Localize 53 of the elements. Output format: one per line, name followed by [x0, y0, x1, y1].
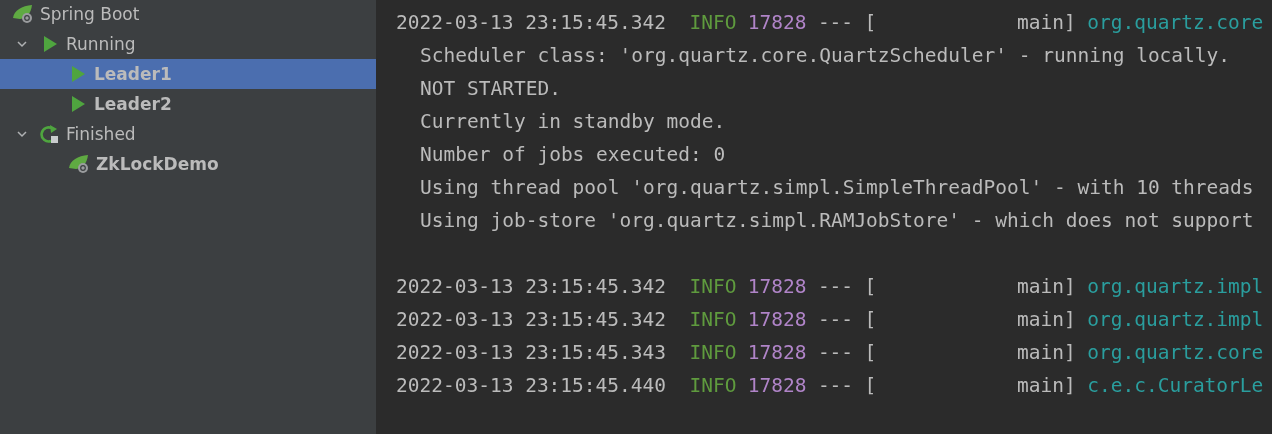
tree-item-label: Finished — [66, 124, 136, 144]
tree-item-label: Leader2 — [94, 94, 172, 114]
process-id: 17828 — [747, 11, 807, 34]
tree-item-label: Leader1 — [94, 64, 172, 84]
log-message: Using job-store 'org.quartz.simpl.RAMJobStore' - which does not support — [420, 209, 1254, 232]
tree-item[interactable]: Finished — [0, 119, 376, 149]
logger-name[interactable]: org.quartz.core — [1087, 11, 1264, 34]
tree-item[interactable]: Spring Boot — [0, 0, 376, 29]
thread-name: [ main] — [864, 341, 1076, 364]
tree-item[interactable]: Leader2 — [0, 89, 376, 119]
log-message: Scheduler class: 'org.quartz.core.QuartzScheduler' - running locally. — [420, 44, 1231, 67]
log-timestamp: 2022-03-13 23:15:45.440 — [396, 374, 667, 397]
log-message: NOT STARTED. — [420, 77, 561, 100]
logger-name[interactable]: c.e.c.CuratorLe — [1087, 374, 1264, 397]
logger-name[interactable]: org.quartz.impl — [1087, 275, 1264, 298]
chevron-icon[interactable] — [16, 128, 28, 140]
tree-item-label: Spring Boot — [40, 4, 140, 24]
process-id: 17828 — [747, 341, 807, 364]
log-message: Using thread pool 'org.quartz.simpl.SimpleThreadPool' - with 10 threads — [420, 176, 1254, 199]
tree-item[interactable]: Running — [0, 29, 376, 59]
thread-name: [ main] — [864, 11, 1076, 34]
log-separator: --- — [817, 374, 854, 397]
process-id: 17828 — [747, 275, 807, 298]
log-separator: --- — [817, 308, 854, 331]
chevron-icon[interactable] — [16, 38, 28, 50]
log-timestamp: 2022-03-13 23:15:45.342 — [396, 275, 667, 298]
log-level: INFO — [689, 11, 737, 34]
thread-name: [ main] — [864, 374, 1076, 397]
logger-name[interactable]: org.quartz.impl — [1087, 308, 1264, 331]
process-id: 17828 — [747, 308, 807, 331]
leaf-gear-icon — [12, 4, 34, 24]
logger-name[interactable]: org.quartz.core — [1087, 341, 1264, 364]
leaf-gear-icon — [68, 154, 90, 174]
tree-item[interactable]: Leader1 — [0, 59, 376, 89]
log-separator: --- — [817, 11, 854, 34]
thread-name: [ main] — [864, 275, 1076, 298]
log-timestamp: 2022-03-13 23:15:45.342 — [396, 11, 667, 34]
log-level: INFO — [689, 374, 737, 397]
tree-item[interactable]: ZkLockDemo — [0, 149, 376, 179]
log-separator: --- — [817, 275, 854, 298]
log-timestamp: 2022-03-13 23:15:45.342 — [396, 308, 667, 331]
log-level: INFO — [689, 308, 737, 331]
log-message: Currently in standby mode. — [420, 110, 726, 133]
tree-item-label: Running — [66, 34, 136, 54]
log-level: INFO — [689, 341, 737, 364]
log-message: Number of jobs executed: 0 — [420, 143, 726, 166]
log-timestamp: 2022-03-13 23:15:45.343 — [396, 341, 667, 364]
process-id: 17828 — [747, 374, 807, 397]
tree-item-label: ZkLockDemo — [96, 154, 219, 174]
log-separator: --- — [817, 341, 854, 364]
rerun-icon — [40, 124, 60, 144]
thread-name: [ main] — [864, 308, 1076, 331]
log-level: INFO — [689, 275, 737, 298]
